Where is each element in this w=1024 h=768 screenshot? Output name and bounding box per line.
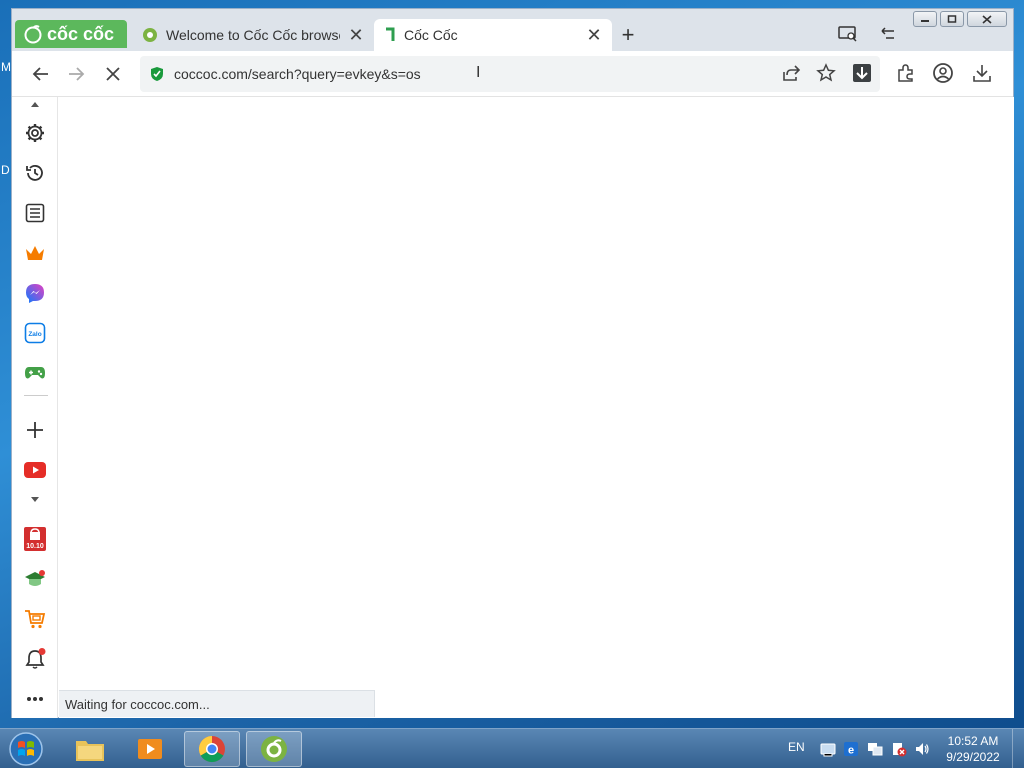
browser-window: cốc cốc Welcome to Cốc Cốc browse ✕ Cốc … — [11, 8, 1014, 718]
display-tray-icon[interactable] — [867, 741, 883, 757]
savior-download-button[interactable] — [851, 62, 873, 84]
downloads-button[interactable] — [971, 62, 993, 84]
reading-list-icon[interactable] — [23, 201, 47, 225]
brand-label: cốc cốc — [47, 23, 115, 44]
evkey-tray-icon[interactable]: e — [843, 741, 859, 757]
shopping-cart-icon[interactable] — [23, 607, 47, 631]
coccoc-favicon-icon — [386, 27, 395, 41]
zalo-label: Zalo — [28, 331, 41, 338]
url-text: coccoc.com/search?query=evkey&s=os — [174, 66, 421, 82]
forward-button[interactable] — [65, 63, 87, 85]
secure-lock-icon — [151, 67, 163, 81]
tab-label: Cốc Cốc — [404, 27, 458, 43]
restore-icon — [947, 15, 957, 23]
clock-date: 9/29/2022 — [946, 750, 1000, 764]
stop-loading-button[interactable] — [102, 63, 124, 85]
chrome-taskbar-button[interactable] — [184, 731, 240, 767]
expand-more-icon[interactable] — [23, 493, 47, 507]
coccoc-taskbar-button[interactable] — [246, 731, 302, 767]
notifications-icon[interactable] — [23, 647, 47, 671]
volume-icon[interactable] — [914, 741, 930, 757]
zalo-icon[interactable]: Zalo — [23, 321, 47, 345]
stop-icon — [106, 67, 120, 81]
close-icon — [982, 14, 992, 24]
taskbar: EN e 10:52 AM 9/29/2022 — [0, 728, 1024, 768]
screen-capture-icon[interactable] — [838, 25, 858, 43]
media-player-icon — [138, 739, 162, 759]
close-tab-icon[interactable]: ✕ — [586, 25, 602, 46]
text-cursor-icon: I — [476, 64, 481, 81]
puzzle-icon — [898, 64, 913, 82]
share-icon — [783, 65, 801, 81]
coccoc-icon — [261, 736, 287, 762]
window-controls — [913, 11, 1007, 27]
address-bar[interactable]: coccoc.com/search?query=evkey&s=os I — [140, 56, 880, 92]
education-icon[interactable] — [23, 567, 47, 591]
new-tab-icon[interactable]: + — [617, 22, 639, 48]
svg-text:e: e — [848, 745, 854, 757]
games-icon[interactable] — [23, 361, 47, 385]
youtube-icon[interactable] — [23, 458, 47, 482]
messenger-icon[interactable] — [23, 281, 47, 305]
maximize-button[interactable] — [940, 11, 964, 27]
start-button[interactable] — [7, 731, 45, 767]
tab-coccoc[interactable]: Cốc Cốc ✕ — [374, 19, 612, 51]
settings-icon[interactable] — [23, 121, 47, 145]
download-icon — [973, 65, 991, 82]
desktop-fragment: M — [1, 60, 11, 74]
language-indicator[interactable]: EN — [788, 740, 805, 754]
action-center-warning-icon[interactable] — [891, 741, 907, 757]
add-icon[interactable] — [23, 418, 47, 442]
close-tab-icon[interactable]: ✕ — [348, 25, 364, 46]
back-button[interactable] — [30, 63, 52, 85]
account-icon — [933, 63, 953, 83]
file-explorer-taskbar-button[interactable] — [62, 731, 118, 767]
sidebar: Zalo 10.10 — [12, 97, 58, 718]
page-content[interactable] — [59, 97, 1014, 718]
coccoc-logo-icon — [24, 25, 42, 44]
show-desktop-button[interactable] — [1012, 729, 1024, 768]
folder-icon — [76, 741, 104, 761]
extensions-button[interactable] — [895, 62, 917, 84]
more-icon[interactable] — [23, 687, 47, 711]
clock[interactable]: 10:52 AM 9/29/2022 — [940, 733, 1006, 765]
history-icon[interactable] — [23, 161, 47, 185]
status-bubble: Waiting for coccoc.com... — [59, 690, 375, 717]
desktop-fragment: D — [1, 163, 10, 177]
sale-label: 10.10 — [26, 543, 44, 550]
tab-welcome[interactable]: Welcome to Cốc Cốc browse ✕ — [132, 19, 374, 51]
network-tray-icon[interactable] — [820, 741, 836, 757]
download-box-icon — [853, 64, 871, 82]
share-button[interactable] — [780, 62, 802, 84]
minimize-button[interactable] — [913, 11, 937, 27]
scroll-up-icon[interactable] — [23, 97, 47, 111]
clock-time: 10:52 AM — [947, 734, 999, 748]
tab-strip: cốc cốc Welcome to Cốc Cốc browse ✕ Cốc … — [12, 9, 1013, 51]
tab-label: Welcome to Cốc Cốc browse — [166, 27, 340, 43]
tab-search-icon[interactable] — [878, 25, 898, 43]
forward-arrow-icon — [69, 67, 85, 81]
close-window-button[interactable] — [967, 11, 1007, 27]
minimize-icon — [921, 20, 929, 22]
toolbar: coccoc.com/search?query=evkey&s=os I — [12, 51, 1013, 97]
coccoc-favicon-icon — [143, 28, 157, 42]
star-icon — [816, 63, 836, 82]
back-arrow-icon — [32, 67, 48, 81]
media-player-taskbar-button[interactable] — [122, 731, 178, 767]
coccoc-home-button[interactable]: cốc cốc — [15, 20, 127, 48]
chrome-icon — [198, 735, 225, 763]
crown-icon[interactable] — [23, 241, 47, 265]
profile-button[interactable] — [932, 62, 954, 84]
bookmark-button[interactable] — [815, 62, 837, 84]
shopee-icon[interactable]: 10.10 — [23, 527, 47, 551]
